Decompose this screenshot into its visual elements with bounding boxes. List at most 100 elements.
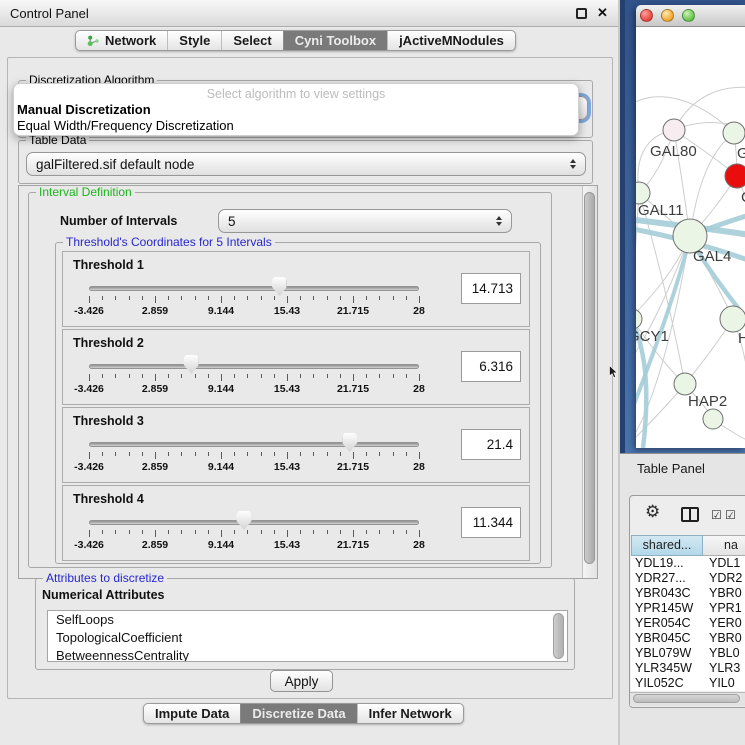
network-node[interactable] [723,122,745,144]
network-node-label: C [741,189,745,206]
table-rows: YDL19...YDL1YDR27...YDR2YBR043CYBR0YPR14… [631,556,745,691]
slider-tick-labels: -3.4262.8599.14415.4321.71528 [89,383,419,395]
slider-track[interactable] [89,364,419,369]
table-data-selected-value: galFiltered.sif default node [36,157,194,172]
network-node-label: GAL11 [638,202,684,219]
apply-button[interactable]: Apply [270,670,333,692]
combo-arrows-icon [496,216,502,226]
mouse-cursor [609,365,618,378]
threshold-value-field[interactable]: 11.344 [461,507,521,538]
top-tab-bar: Network Style Select Cyni Toolbox jActiv… [75,30,516,51]
tab-jactivemnodules-label: jActiveMNodules [399,33,504,48]
bottom-tab-bar: Impute Data Discretize Data Infer Networ… [143,703,464,724]
table-row[interactable]: YPR145WYPR1 [631,601,745,616]
checkbox-icon[interactable]: ☑ [725,508,736,522]
attributes-group-title: Attributes to discretize [43,572,167,585]
tab-jactivemnodules[interactable]: jActiveMNodules [387,31,515,50]
numerical-attributes-list[interactable]: SelfLoopsTopologicalCoefficientBetweenne… [47,610,568,662]
number-of-intervals-select[interactable]: 5 [218,209,512,233]
tab-infer-network-label: Infer Network [369,706,452,721]
algorithm-option-manual[interactable]: Manual Discretization [14,102,578,118]
slider-ticks [89,296,419,304]
slider-ticks [89,530,419,538]
tab-infer-network[interactable]: Infer Network [357,704,463,723]
table-row[interactable]: YBR045CYBR0 [631,631,745,646]
network-node[interactable] [703,409,723,429]
checkbox-icon[interactable]: ☑ [711,508,722,522]
table-row[interactable]: YLR345WYLR3 [631,661,745,676]
slider-track[interactable] [89,520,419,525]
slider-thumb[interactable] [342,433,357,452]
attributes-scrollbar-thumb[interactable] [553,613,564,659]
network-node-label: G. [737,145,745,162]
table-data-select[interactable]: galFiltered.sif default node [26,152,586,176]
table-hscrollbar-thumb[interactable] [633,694,740,703]
number-of-intervals-label: Number of Intervals [60,214,177,228]
attribute-item[interactable]: BetweennessCentrality [48,647,567,662]
slider-thumb[interactable] [184,355,199,374]
network-node-label: HAP2 [688,393,727,410]
network-canvas[interactable]: GAL80G.CGAL11GAL4GCY1HHAP2 [636,27,745,448]
column-header-shared[interactable]: shared... [631,535,703,556]
thresholds-container: Threshold 1 -3.4262.8599.14415.4321.71528… [62,251,530,563]
network-node-label: GAL4 [693,248,731,265]
tab-discretize-data[interactable]: Discretize Data [240,704,356,723]
slider-track[interactable] [89,442,419,447]
split-columns-icon[interactable] [681,507,699,522]
slider-tick-labels: -3.4262.8599.14415.4321.71528 [89,461,419,473]
network-window-titlebar[interactable] [636,5,745,27]
slider-ticks [89,374,419,382]
threshold-value-field[interactable]: 14.713 [461,273,521,304]
network-node[interactable] [674,373,696,395]
table-row[interactable]: YBR043CYBR0 [631,586,745,601]
tab-cyni-toolbox[interactable]: Cyni Toolbox [283,31,387,50]
network-node-label: GCY1 [636,328,669,345]
gear-icon[interactable]: ⚙ [645,503,660,521]
tab-style[interactable]: Style [167,31,221,50]
column-header-name[interactable]: na [703,535,745,556]
float-window-icon[interactable] [576,8,587,19]
network-node[interactable] [725,164,745,188]
attribute-item[interactable]: SelfLoops [48,611,567,629]
threshold-value-field[interactable]: 6.316 [461,351,521,382]
tab-select-label: Select [233,33,271,48]
threshold-box: Threshold 1-3.4262.8599.14415.4321.71528… [62,251,530,327]
network-icon [87,34,100,47]
close-icon[interactable]: ✕ [597,5,608,21]
threshold-label: Threshold 1 [73,258,144,272]
table-row[interactable]: YDR27...YDR2 [631,571,745,586]
algorithm-option-equal-width[interactable]: Equal Width/Frequency Discretization [14,118,578,134]
numerical-attributes-label: Numerical Attributes [42,588,164,602]
network-node[interactable] [636,309,642,329]
threshold-label: Threshold 2 [73,336,144,350]
tab-network[interactable]: Network [76,31,167,50]
table-row[interactable]: YER054CYER0 [631,616,745,631]
slider-thumb[interactable] [272,277,287,296]
network-view-window[interactable]: GAL80G.CGAL11GAL4GCY1HHAP2 [636,5,745,448]
table-row[interactable]: YBL079WYBL0 [631,646,745,661]
zoom-traffic-light-icon[interactable] [682,9,695,22]
threshold-label: Threshold 3 [73,414,144,428]
network-canvas-area[interactable]: GAL80G.CGAL11GAL4GCY1HHAP2 [636,27,745,448]
slider-tick-labels: -3.4262.8599.14415.4321.71528 [89,539,419,551]
attribute-item[interactable]: TopologicalCoefficient [48,629,567,647]
minimize-traffic-light-icon[interactable] [661,9,674,22]
table-panel-title: Table Panel [637,461,705,476]
number-of-intervals-value: 5 [228,214,236,229]
thresholds-group-title: Threshold's Coordinates for 5 Intervals [63,236,275,249]
algorithm-dropdown-popup: Select algorithm to view settings Manual… [13,83,579,136]
table-row[interactable]: YIL052CYIL0 [631,676,745,691]
table-row[interactable]: YDL19...YDL1 [631,556,745,571]
threshold-value-field[interactable]: 21.4 [461,429,521,460]
slider-thumb[interactable] [237,511,252,530]
network-node[interactable] [720,306,745,332]
tab-select[interactable]: Select [221,31,282,50]
slider-track[interactable] [89,286,419,291]
close-traffic-light-icon[interactable] [640,9,653,22]
desktop-edge [620,0,625,453]
tab-impute-data[interactable]: Impute Data [144,704,240,723]
settings-scrollbar-thumb[interactable] [584,192,595,564]
tab-network-label: Network [105,33,156,48]
network-node-label: GAL80 [650,143,697,160]
network-node[interactable] [663,119,685,141]
